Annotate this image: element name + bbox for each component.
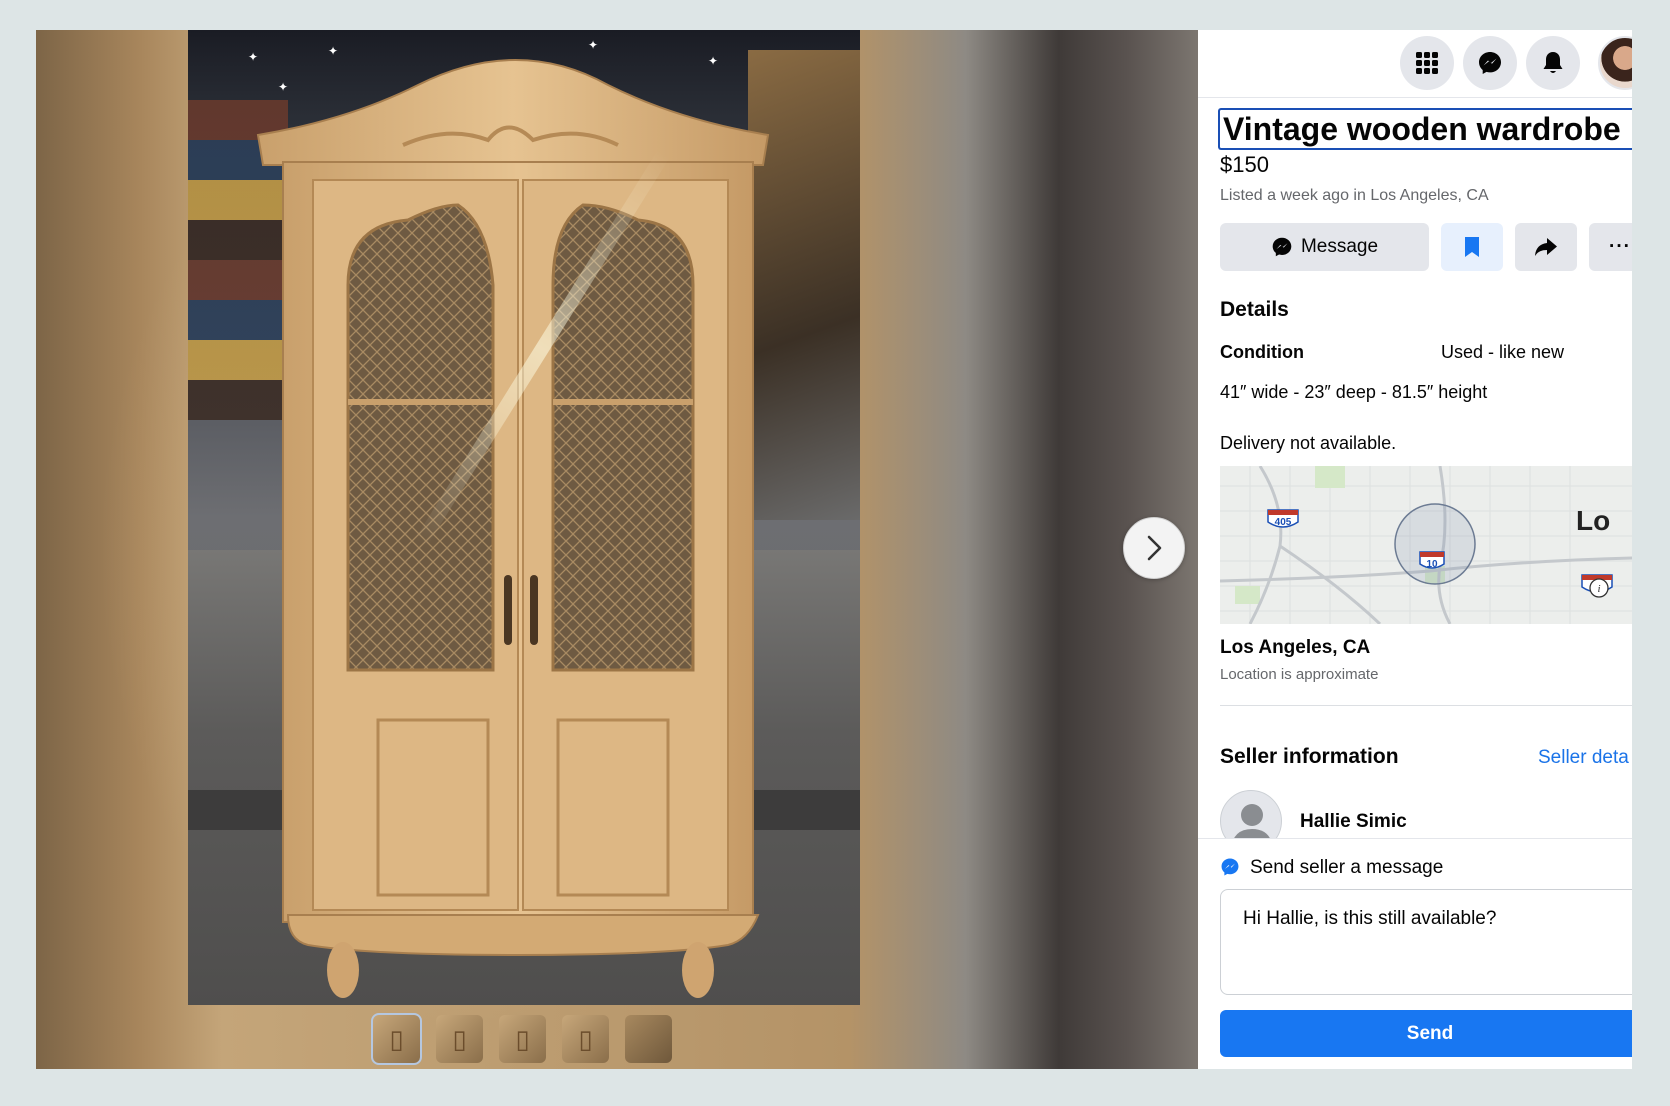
seller-details-link[interactable]: Seller deta — [1538, 747, 1629, 769]
thumbnail[interactable]: ▯ — [436, 1015, 483, 1063]
message-button-label: Message — [1300, 236, 1379, 257]
profile-avatar[interactable] — [1598, 36, 1632, 90]
dimensions-text: 41″ wide - 23″ deep - 81.5″ height — [1220, 382, 1488, 402]
photo-viewer: ✦ ✦ ✦ ✦ ✦ ▯ ▯ ▯ ▯ — [36, 30, 1198, 1069]
composer-label: Send seller a message — [1250, 857, 1444, 878]
details-heading: Details — [1220, 298, 1289, 321]
message-input[interactable]: Hi Hallie, is this still available? — [1220, 889, 1632, 995]
location-map[interactable]: 405 10 Lo i — [1220, 466, 1632, 624]
map-city-label: Lo — [1576, 505, 1610, 536]
thumbnail-strip: ▯ ▯ ▯ ▯ — [371, 1013, 672, 1065]
svg-text:i: i — [1597, 583, 1600, 595]
listing-panel: Vintage wooden wardrobe $150 Listed a we… — [1198, 30, 1632, 1069]
wardrobe-image — [256, 59, 770, 998]
listing-title: Vintage wooden wardrobe — [1218, 108, 1632, 150]
messenger-icon — [1221, 858, 1239, 876]
listing-price: $150 — [1220, 152, 1269, 177]
send-button[interactable]: Send — [1220, 1010, 1632, 1057]
condition-label: Condition — [1220, 342, 1304, 362]
bell-icon — [1543, 52, 1563, 73]
notifications-button[interactable] — [1526, 36, 1580, 90]
highway-405-label: 405 — [1275, 517, 1292, 528]
next-photo-button[interactable] — [1123, 517, 1185, 579]
share-button[interactable] — [1515, 223, 1577, 271]
thumbnail[interactable] — [625, 1015, 672, 1063]
message-composer: Send seller a message Hi Hallie, is this… — [1198, 838, 1632, 1069]
share-icon — [1535, 238, 1557, 256]
more-icon: ··· — [1609, 236, 1631, 257]
location-note: Location is approximate — [1220, 666, 1379, 683]
approximate-area-circle — [1394, 503, 1476, 585]
main-photo[interactable]: ✦ ✦ ✦ ✦ ✦ — [188, 30, 860, 1005]
section-divider — [1220, 705, 1632, 706]
top-navigation — [1198, 30, 1632, 98]
highway-10-label: 10 — [1426, 559, 1438, 570]
location-city: Los Angeles, CA — [1220, 637, 1371, 658]
save-button[interactable] — [1441, 223, 1503, 271]
thumbnail[interactable]: ▯ — [562, 1015, 609, 1063]
apps-grid-icon — [1416, 52, 1438, 74]
apps-menu-button[interactable] — [1400, 36, 1454, 90]
thumbnail[interactable]: ▯ — [499, 1015, 546, 1063]
condition-value: Used - like new — [1441, 342, 1565, 362]
messenger-icon — [1272, 237, 1292, 257]
seller-name[interactable]: Hallie Simic — [1300, 811, 1407, 833]
bookmark-icon — [1465, 237, 1479, 257]
messenger-button[interactable] — [1463, 36, 1517, 90]
map-graphic: 405 10 Lo i — [1220, 466, 1632, 624]
listing-meta: Listed a week ago in Los Angeles, CA — [1220, 187, 1489, 204]
seller-heading: Seller information — [1220, 745, 1399, 768]
chevron-right-icon — [1147, 535, 1162, 561]
message-button[interactable]: Message — [1220, 223, 1429, 271]
thumbnail[interactable]: ▯ — [371, 1013, 422, 1065]
more-options-button[interactable]: ··· — [1589, 223, 1632, 271]
messenger-icon — [1479, 52, 1501, 74]
delivery-text: Delivery not available. — [1220, 433, 1397, 453]
